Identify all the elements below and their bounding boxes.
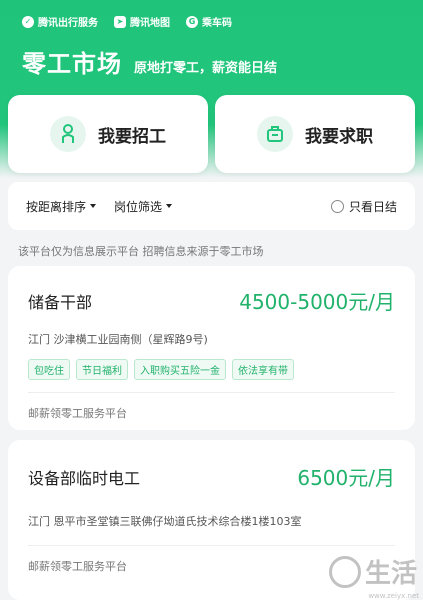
- partner-bar: ✓ 腾讯出行服务 ➤ 腾讯地图 G 乘车码: [22, 14, 232, 29]
- partner-label: 腾讯地图: [130, 18, 170, 29]
- watermark-logo-icon: [328, 555, 361, 588]
- partner-label: 腾讯出行服务: [38, 18, 98, 29]
- briefcase-icon: [257, 116, 293, 152]
- job-address: 江门 沙津横工业园南侧（星辉路9号): [28, 333, 208, 346]
- job-tag: 包吃住: [28, 359, 70, 380]
- radio-icon[interactable]: [330, 199, 344, 213]
- person-icon: [50, 116, 86, 152]
- sort-label: 按距离排序: [26, 199, 87, 214]
- map-icon: ➤: [114, 15, 126, 28]
- filter-bar: 按距离排序 岗位筛选 只看日结: [8, 182, 415, 230]
- job-tag: 依法享有带: [232, 359, 294, 380]
- job-title: 设备部临时电工: [28, 468, 141, 488]
- job-title: 储备干部: [28, 292, 93, 312]
- partner-label: 乘车码: [202, 18, 232, 29]
- job-platform: 邮薪领零工服务平台: [28, 407, 127, 420]
- sort-dropdown[interactable]: 按距离排序: [26, 198, 97, 215]
- partner-tencent-travel[interactable]: ✓ 腾讯出行服务: [22, 14, 98, 29]
- position-filter-dropdown[interactable]: 岗位筛选: [114, 198, 173, 215]
- platform-notice: 该平台仅为信息展示平台 招聘信息来源于零工市场: [18, 245, 264, 258]
- job-tag: 入职购买五险一金: [134, 359, 226, 380]
- job-salary: 4500-5000元/月: [239, 290, 395, 314]
- g-logo-icon: G: [186, 15, 198, 28]
- daily-only-toggle[interactable]: 只看日结: [330, 198, 397, 215]
- job-address: 江门 恩平市圣堂镇三联佛仔坳道氏技术综合楼1楼103室: [28, 515, 302, 528]
- partner-ride-code[interactable]: G 乘车码: [186, 14, 232, 29]
- watermark-url: www.zeiyx.net: [368, 592, 419, 600]
- hire-label: 我要招工: [98, 126, 166, 147]
- watermark: 生活: [328, 553, 417, 590]
- job-salary: 6500元/月: [297, 466, 395, 490]
- job-card[interactable]: 储备干部 4500-5000元/月 江门 沙津横工业园南侧（星辉路9号) 包吃住…: [8, 266, 415, 430]
- caret-down-icon: [166, 204, 173, 208]
- seek-job-label: 我要求职: [305, 126, 373, 147]
- page-subtitle: 原地打零工，薪资能日结: [134, 61, 278, 76]
- daily-only-label: 只看日结: [348, 199, 397, 214]
- divider: [28, 545, 395, 546]
- watermark-text: 生活: [364, 559, 417, 589]
- position-filter-label: 岗位筛选: [114, 199, 163, 214]
- divider: [28, 392, 395, 393]
- partner-tencent-map[interactable]: ➤ 腾讯地图: [114, 14, 170, 29]
- title-row: 零工市场 原地打零工，薪资能日结: [22, 44, 277, 79]
- caret-down-icon: [90, 204, 97, 208]
- job-tag: 节日福利: [76, 359, 128, 380]
- check-circle-icon: ✓: [22, 15, 34, 28]
- hire-button[interactable]: 我要招工: [8, 95, 208, 173]
- job-tags: 包吃住 节日福利 入职购买五险一金 依法享有带: [28, 359, 395, 380]
- page-title: 零工市场: [22, 50, 122, 78]
- seek-job-button[interactable]: 我要求职: [215, 95, 415, 173]
